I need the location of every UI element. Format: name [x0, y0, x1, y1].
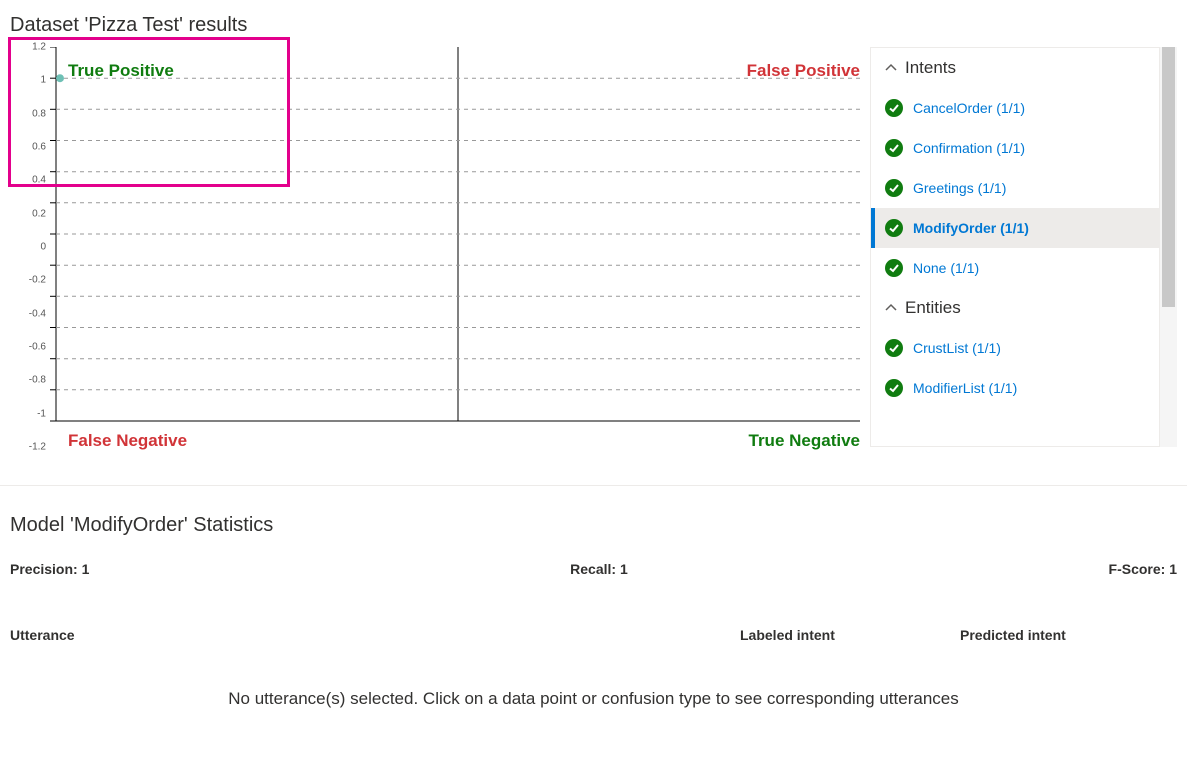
entity-label: ModifierList (1/1) [913, 380, 1017, 396]
check-circle-icon [885, 139, 903, 157]
check-circle-icon [885, 179, 903, 197]
section-intents[interactable]: Intents [871, 48, 1159, 88]
chevron-up-icon [885, 302, 897, 314]
intent-item-none[interactable]: None (1/1) [871, 248, 1159, 288]
col-labeled-intent[interactable]: Labeled intent [740, 627, 960, 643]
section-title: Entities [905, 298, 961, 318]
page-title: Dataset 'Pizza Test' results [0, 0, 1187, 47]
side-panel: Intents CancelOrder (1/1) Confirmation (… [870, 47, 1160, 447]
side-column: Intents CancelOrder (1/1) Confirmation (… [870, 47, 1177, 447]
intent-label: ModifyOrder (1/1) [913, 220, 1029, 236]
data-point [56, 74, 64, 82]
check-circle-icon [885, 99, 903, 117]
chevron-up-icon [885, 62, 897, 74]
stats-row: Precision: 1 Recall: 1 F-Score: 1 [10, 561, 1177, 577]
recall-stat: Recall: 1 [570, 561, 628, 577]
quadrant-true-positive[interactable]: True Positive [68, 61, 174, 81]
intent-label: Greetings (1/1) [913, 180, 1006, 196]
confusion-chart[interactable]: 1.2 1 0.8 0.6 0.4 0.2 0 -0.2 -0.4 -0.6 -… [30, 47, 860, 447]
intent-label: Confirmation (1/1) [913, 140, 1025, 156]
check-circle-icon [885, 259, 903, 277]
main-area: 1.2 1 0.8 0.6 0.4 0.2 0 -0.2 -0.4 -0.6 -… [0, 47, 1187, 447]
intent-item-cancelorder[interactable]: CancelOrder (1/1) [871, 88, 1159, 128]
intent-item-greetings[interactable]: Greetings (1/1) [871, 168, 1159, 208]
intent-label: None (1/1) [913, 260, 979, 276]
check-circle-icon [885, 219, 903, 237]
col-predicted-intent[interactable]: Predicted intent [960, 627, 1177, 643]
intent-item-confirmation[interactable]: Confirmation (1/1) [871, 128, 1159, 168]
intent-item-modifyorder[interactable]: ModifyOrder (1/1) [871, 208, 1159, 248]
fscore-stat: F-Score: 1 [1109, 561, 1177, 577]
section-entities[interactable]: Entities [871, 288, 1159, 328]
entity-label: CrustList (1/1) [913, 340, 1001, 356]
divider [0, 485, 1187, 486]
stats-title: Model 'ModifyOrder' Statistics [10, 514, 1177, 537]
section-title: Intents [905, 58, 956, 78]
quadrant-false-positive[interactable]: False Positive [747, 61, 860, 81]
entity-item-crustlist[interactable]: CrustList (1/1) [871, 328, 1159, 368]
chart-column: 1.2 1 0.8 0.6 0.4 0.2 0 -0.2 -0.4 -0.6 -… [10, 47, 860, 447]
scrollbar-thumb[interactable] [1162, 47, 1175, 307]
quadrant-false-negative[interactable]: False Negative [68, 431, 187, 451]
col-utterance[interactable]: Utterance [10, 627, 740, 643]
entity-item-modifierlist[interactable]: ModifierList (1/1) [871, 368, 1159, 408]
table-header: Utterance Labeled intent Predicted inten… [0, 627, 1187, 651]
empty-message: No utterance(s) selected. Click on a dat… [0, 651, 1187, 709]
check-circle-icon [885, 379, 903, 397]
scrollbar[interactable] [1160, 47, 1177, 447]
check-circle-icon [885, 339, 903, 357]
chart-svg [30, 47, 860, 447]
precision-stat: Precision: 1 [10, 561, 89, 577]
stats-block: Model 'ModifyOrder' Statistics Precision… [0, 514, 1187, 577]
intent-label: CancelOrder (1/1) [913, 100, 1025, 116]
quadrant-true-negative[interactable]: True Negative [749, 431, 861, 451]
